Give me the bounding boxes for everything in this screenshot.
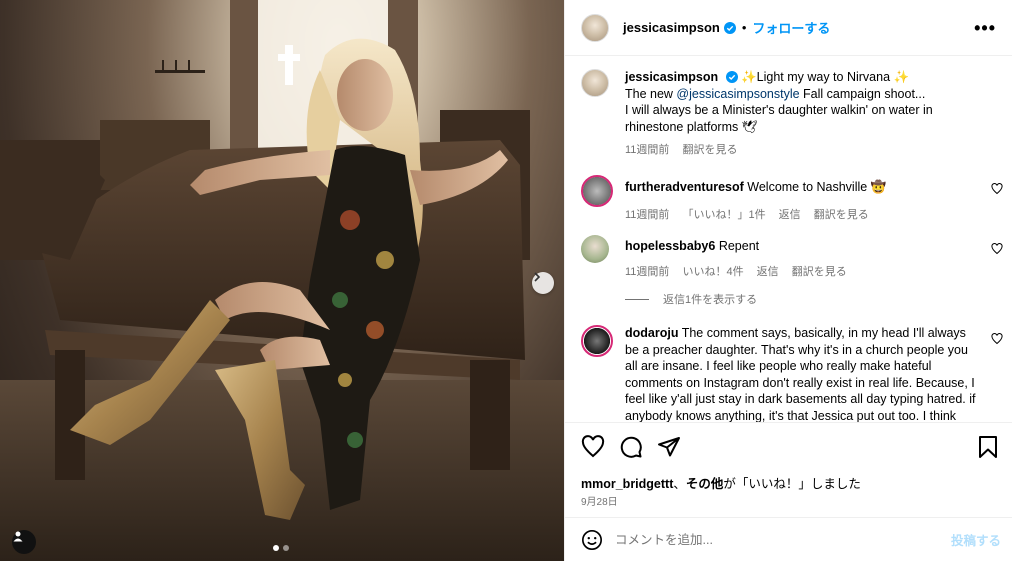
view-replies-label: 返信1件を表示する	[663, 294, 758, 306]
mention-link[interactable]: @jessicasimpsonstyle	[676, 87, 799, 101]
comment-item: hopelessbaby6 Repent 11週間前 いいね！4件 返信 翻訳を…	[581, 235, 1003, 279]
avatar[interactable]	[581, 13, 609, 42]
liked-by-separator: 、	[673, 477, 686, 491]
divider	[625, 298, 649, 300]
comment-input[interactable]	[615, 532, 915, 547]
liked-by-suffix: が「いいね！」しました	[723, 477, 861, 491]
comment-text: hopelessbaby6 Repent	[625, 235, 991, 255]
timestamp[interactable]: 11週間前	[625, 209, 669, 221]
instagram-post-modal: jessicasimpson • フォローする ••• jessicasimps…	[0, 0, 1012, 561]
caption: jessicasimpson ✨Light my way to Nirvana …	[581, 69, 991, 157]
action-buttons	[581, 435, 681, 459]
avatar[interactable]	[581, 69, 609, 97]
user-icon	[13, 531, 23, 542]
post-date[interactable]: 9月28日	[581, 493, 618, 508]
post-side-panel: jessicasimpson • フォローする ••• jessicasimps…	[564, 0, 1012, 561]
bookmark-icon[interactable]	[977, 435, 999, 459]
liked-by-text: mmor_bridgettt、その他が「いいね！」しました	[581, 473, 861, 492]
chevron-right-icon	[534, 272, 541, 282]
heart-icon[interactable]	[581, 435, 605, 459]
comments-list[interactable]: jessicasimpson ✨Light my way to Nirvana …	[565, 57, 1012, 422]
comment-body: Welcome to Nashville 🤠	[747, 180, 887, 194]
carousel-indicator	[273, 545, 289, 551]
comment-meta: 11週間前 いいね！4件 返信 翻訳を見る	[625, 263, 991, 279]
like-count[interactable]: 「いいね！」1件	[682, 209, 765, 221]
see-translation-button[interactable]: 翻訳を見る	[814, 209, 869, 221]
avatar[interactable]	[581, 325, 613, 357]
avatar[interactable]	[581, 175, 613, 207]
see-translation-button[interactable]: 翻訳を見る	[682, 144, 737, 156]
comment-text: dodaroju The comment says, basically, in…	[625, 325, 991, 422]
comment-meta: 11週間前 「いいね！」1件 返信 翻訳を見る	[625, 206, 991, 222]
comment-body: Repent	[718, 239, 760, 253]
verified-badge-icon	[723, 21, 736, 34]
carousel-dot-active	[273, 545, 279, 551]
follow-button[interactable]: フォローする	[752, 18, 830, 37]
reply-button[interactable]: 返信	[779, 209, 801, 221]
share-icon[interactable]	[657, 435, 681, 459]
liked-by-user[interactable]: mmor_bridgettt	[581, 477, 673, 491]
more-options-button[interactable]: •••	[974, 18, 996, 39]
next-image-button[interactable]	[532, 272, 554, 294]
liked-by-others[interactable]: その他	[686, 477, 724, 491]
post-comment-button[interactable]: 投稿する	[951, 530, 1001, 549]
add-comment-bar: 投稿する	[565, 517, 1012, 561]
post-photo[interactable]	[0, 0, 564, 561]
verified-badge-icon	[725, 71, 738, 83]
like-comment-heart-icon[interactable]	[991, 183, 1003, 195]
reply-button[interactable]: 返信	[757, 266, 779, 278]
see-translation-button[interactable]: 翻訳を見る	[792, 266, 847, 278]
avatar[interactable]	[581, 235, 609, 263]
comment-username[interactable]: hopelessbaby6	[625, 239, 715, 253]
comment-username[interactable]: furtheradventuresof	[625, 180, 744, 194]
caption-username[interactable]: jessicasimpson	[625, 70, 718, 84]
photo-scene	[0, 0, 564, 561]
caption-line-2-post: Fall campaign shoot...	[799, 86, 926, 101]
comment-text: furtheradventuresof Welcome to Nashville…	[625, 175, 991, 196]
post-header: jessicasimpson • フォローする •••	[565, 0, 1012, 56]
timestamp[interactable]: 11週間前	[625, 144, 669, 156]
comment-icon[interactable]	[619, 435, 643, 459]
caption-line-3: I will always be a Minister's daughter w…	[625, 103, 933, 134]
like-comment-heart-icon[interactable]	[991, 243, 1003, 255]
caption-line-2-pre: The new	[625, 86, 677, 101]
caption-text: jessicasimpson ✨Light my way to Nirvana …	[625, 69, 991, 135]
emoji-icon[interactable]	[581, 529, 603, 551]
view-replies-button[interactable]: 返信1件を表示する	[625, 291, 757, 307]
caption-line-1: ✨Light my way to Nirvana ✨	[741, 70, 910, 84]
comment-body: The comment says, basically, in my head …	[625, 326, 976, 422]
post-actions: mmor_bridgettt、その他が「いいね！」しました 9月28日	[565, 422, 1012, 516]
comment-item: furtheradventuresof Welcome to Nashville…	[581, 175, 1003, 222]
username-link[interactable]: jessicasimpson	[623, 20, 720, 35]
tagged-users-button[interactable]	[12, 530, 36, 554]
carousel-dot	[283, 545, 289, 551]
like-comment-heart-icon[interactable]	[991, 333, 1003, 345]
separator: •	[741, 20, 747, 35]
timestamp[interactable]: 11週間前	[625, 266, 669, 278]
caption-meta: 11週間前 翻訳を見る	[625, 141, 991, 157]
comment-item: dodaroju The comment says, basically, in…	[581, 325, 1003, 422]
comment-username[interactable]: dodaroju	[625, 326, 678, 340]
like-count[interactable]: いいね！4件	[682, 266, 743, 278]
